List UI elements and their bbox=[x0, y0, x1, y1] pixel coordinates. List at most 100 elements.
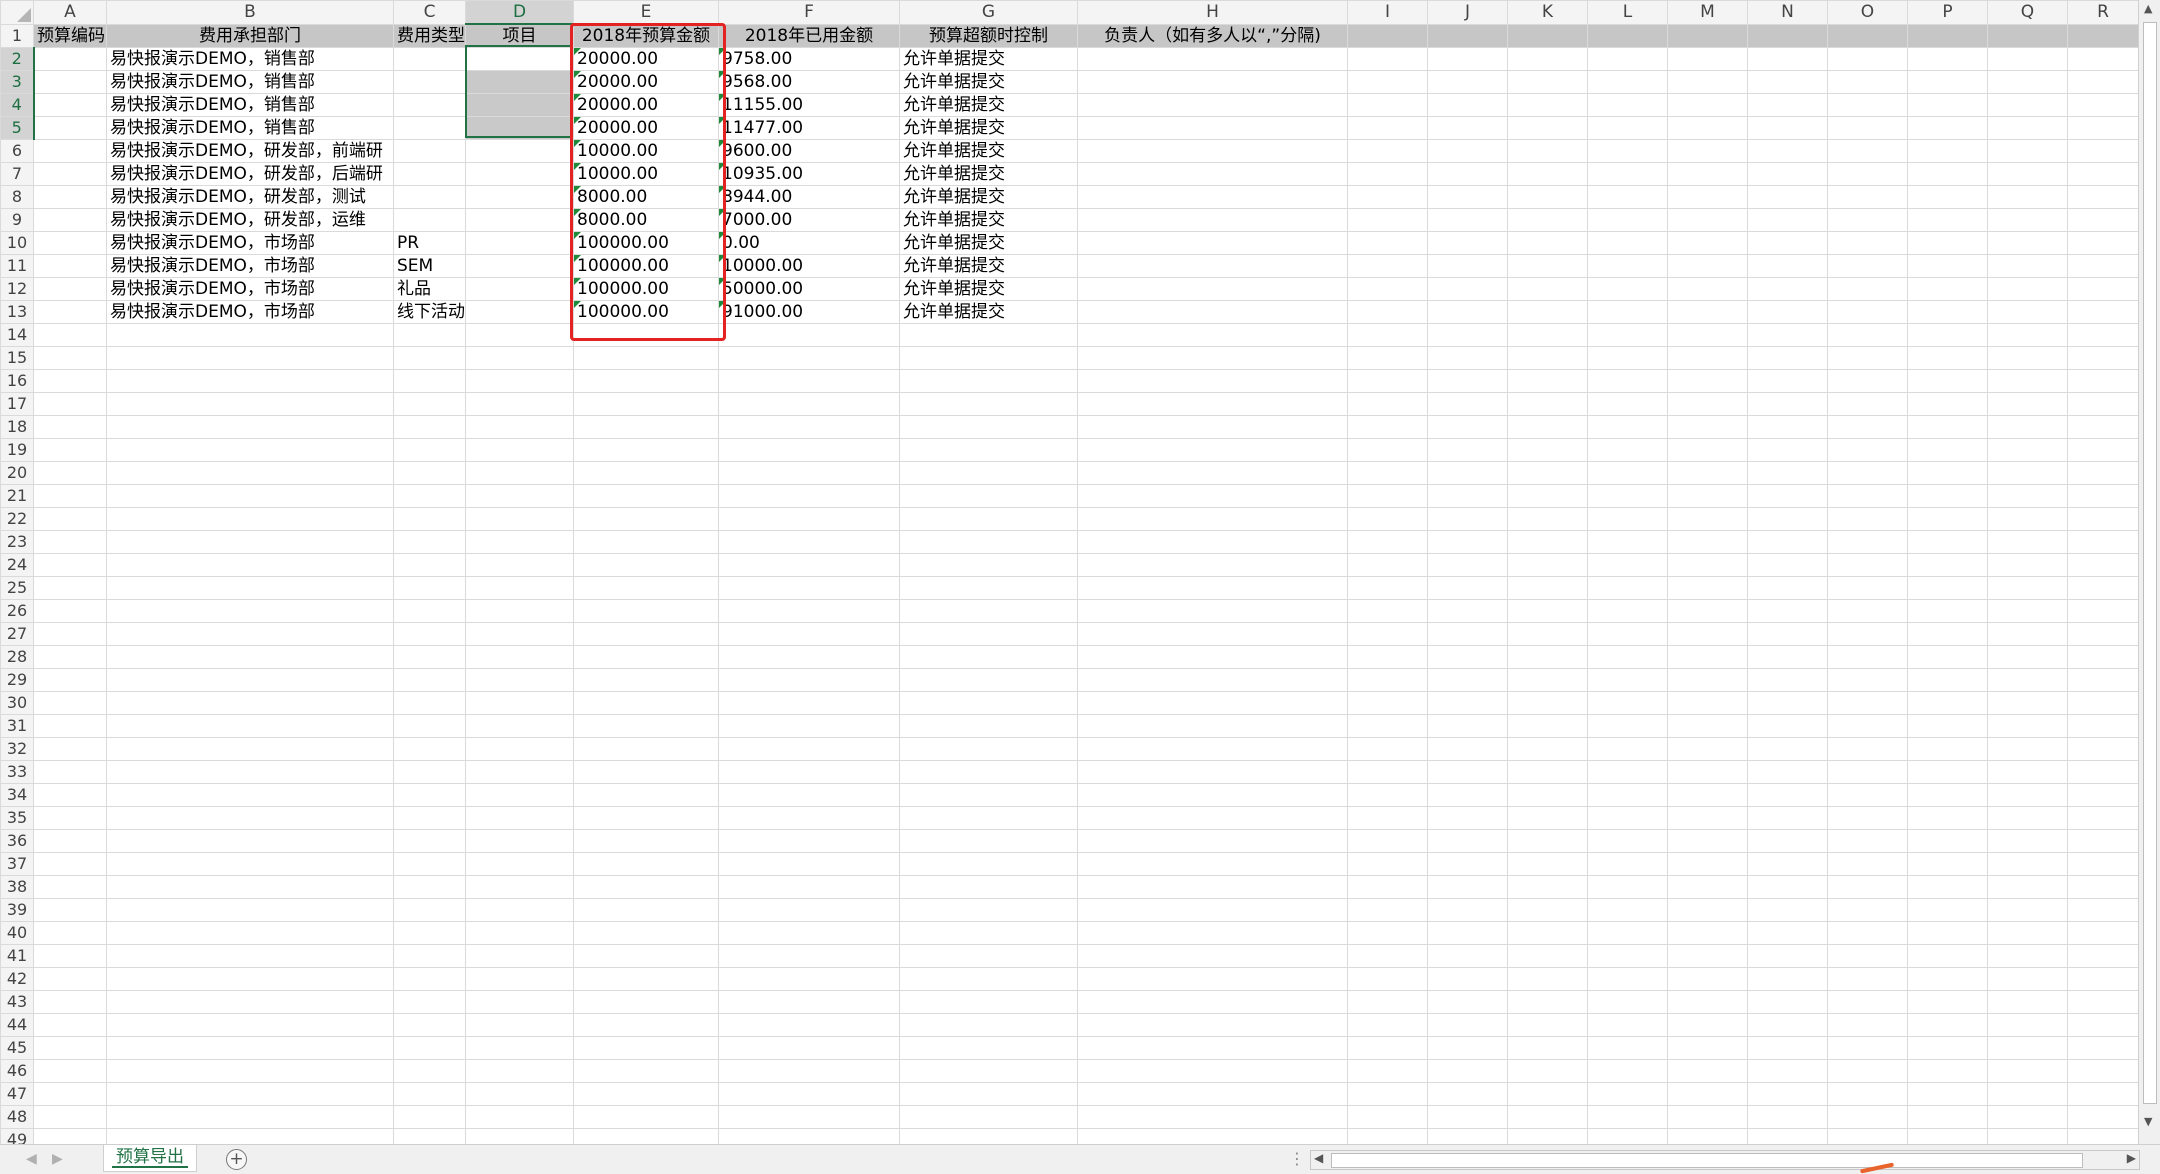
cell-n41[interactable] bbox=[1747, 944, 1828, 968]
cell-o4[interactable] bbox=[1827, 93, 1908, 117]
cell-p16[interactable] bbox=[1907, 369, 1988, 393]
cell-k8[interactable] bbox=[1507, 185, 1588, 209]
cell-h31[interactable] bbox=[1077, 714, 1348, 738]
cell-o40[interactable] bbox=[1827, 921, 1908, 945]
cell-j26[interactable] bbox=[1427, 599, 1508, 623]
cell-n3[interactable] bbox=[1747, 70, 1828, 94]
cell-b27[interactable] bbox=[106, 622, 394, 646]
cell-p21[interactable] bbox=[1907, 484, 1988, 508]
cell-q4[interactable] bbox=[1987, 93, 2068, 117]
cell-j2[interactable] bbox=[1427, 47, 1508, 71]
row-header[interactable]: 16 bbox=[0, 369, 34, 393]
row-header[interactable]: 37 bbox=[0, 852, 34, 876]
cell-e9[interactable]: 8000.00 bbox=[573, 208, 719, 232]
cell-n1[interactable] bbox=[1747, 23, 1828, 48]
cell-b36[interactable] bbox=[106, 829, 394, 853]
cell-f31[interactable] bbox=[718, 714, 900, 738]
cell-e37[interactable] bbox=[573, 852, 719, 876]
cell-l4[interactable] bbox=[1587, 93, 1668, 117]
cell-m13[interactable] bbox=[1667, 300, 1748, 324]
cell-a27[interactable] bbox=[33, 622, 107, 646]
cell-k25[interactable] bbox=[1507, 576, 1588, 600]
cell-p18[interactable] bbox=[1907, 415, 1988, 439]
cell-j34[interactable] bbox=[1427, 783, 1508, 807]
cell-f34[interactable] bbox=[718, 783, 900, 807]
cell-r44[interactable] bbox=[2067, 1013, 2138, 1037]
cell-r4[interactable] bbox=[2067, 93, 2138, 117]
cell-f39[interactable] bbox=[718, 898, 900, 922]
cell-d30[interactable] bbox=[465, 691, 574, 715]
cell-g34[interactable] bbox=[899, 783, 1078, 807]
cell-m33[interactable] bbox=[1667, 760, 1748, 784]
cell-a2[interactable] bbox=[33, 47, 107, 71]
cell-p37[interactable] bbox=[1907, 852, 1988, 876]
cell-g37[interactable] bbox=[899, 852, 1078, 876]
column-header-j[interactable]: J bbox=[1427, 0, 1508, 25]
cell-n18[interactable] bbox=[1747, 415, 1828, 439]
cell-r27[interactable] bbox=[2067, 622, 2138, 646]
cell-d10[interactable] bbox=[465, 231, 574, 255]
cell-f29[interactable] bbox=[718, 668, 900, 692]
cell-g48[interactable] bbox=[899, 1105, 1078, 1129]
cell-a23[interactable] bbox=[33, 530, 107, 554]
cell-f9[interactable]: 7000.00 bbox=[718, 208, 900, 232]
cell-a38[interactable] bbox=[33, 875, 107, 899]
cell-p48[interactable] bbox=[1907, 1105, 1988, 1129]
cell-i5[interactable] bbox=[1347, 116, 1428, 140]
cell-d45[interactable] bbox=[465, 1036, 574, 1060]
cell-l26[interactable] bbox=[1587, 599, 1668, 623]
cell-d15[interactable] bbox=[465, 346, 574, 370]
cell-p2[interactable] bbox=[1907, 47, 1988, 71]
cell-d44[interactable] bbox=[465, 1013, 574, 1037]
cell-g45[interactable] bbox=[899, 1036, 1078, 1060]
cell-o6[interactable] bbox=[1827, 139, 1908, 163]
cell-q19[interactable] bbox=[1987, 438, 2068, 462]
scroll-up-arrow-icon[interactable]: ▲ bbox=[2144, 2, 2152, 15]
cell-n17[interactable] bbox=[1747, 392, 1828, 416]
row-header[interactable]: 40 bbox=[0, 921, 34, 945]
cell-c19[interactable] bbox=[393, 438, 466, 462]
cell-e16[interactable] bbox=[573, 369, 719, 393]
cell-m49[interactable] bbox=[1667, 1128, 1748, 1144]
cell-e28[interactable] bbox=[573, 645, 719, 669]
cell-g32[interactable] bbox=[899, 737, 1078, 761]
cell-d4[interactable] bbox=[465, 93, 574, 117]
cell-n9[interactable] bbox=[1747, 208, 1828, 232]
cell-r36[interactable] bbox=[2067, 829, 2138, 853]
cell-d12[interactable] bbox=[465, 277, 574, 301]
cell-r32[interactable] bbox=[2067, 737, 2138, 761]
cell-f17[interactable] bbox=[718, 392, 900, 416]
cell-l33[interactable] bbox=[1587, 760, 1668, 784]
cell-o22[interactable] bbox=[1827, 507, 1908, 531]
cell-c2[interactable] bbox=[393, 47, 466, 71]
cell-b11[interactable]: 易快报演示DEMO，市场部 bbox=[106, 254, 394, 278]
cell-m2[interactable] bbox=[1667, 47, 1748, 71]
cell-r5[interactable] bbox=[2067, 116, 2138, 140]
cell-r31[interactable] bbox=[2067, 714, 2138, 738]
cell-f7[interactable]: 10935.00 bbox=[718, 162, 900, 186]
cell-q22[interactable] bbox=[1987, 507, 2068, 531]
cell-g43[interactable] bbox=[899, 990, 1078, 1014]
cell-i7[interactable] bbox=[1347, 162, 1428, 186]
cell-l1[interactable] bbox=[1587, 23, 1668, 48]
vertical-scroll-thumb[interactable] bbox=[2143, 22, 2157, 1104]
cell-k30[interactable] bbox=[1507, 691, 1588, 715]
cell-c26[interactable] bbox=[393, 599, 466, 623]
cell-l48[interactable] bbox=[1587, 1105, 1668, 1129]
cell-j8[interactable] bbox=[1427, 185, 1508, 209]
cell-g24[interactable] bbox=[899, 553, 1078, 577]
cell-r12[interactable] bbox=[2067, 277, 2138, 301]
cell-b22[interactable] bbox=[106, 507, 394, 531]
cell-k22[interactable] bbox=[1507, 507, 1588, 531]
cell-d41[interactable] bbox=[465, 944, 574, 968]
row-header[interactable]: 30 bbox=[0, 691, 34, 715]
cell-d43[interactable] bbox=[465, 990, 574, 1014]
row-header[interactable]: 42 bbox=[0, 967, 34, 991]
cell-k29[interactable] bbox=[1507, 668, 1588, 692]
cell-r34[interactable] bbox=[2067, 783, 2138, 807]
cell-i15[interactable] bbox=[1347, 346, 1428, 370]
cell-d17[interactable] bbox=[465, 392, 574, 416]
cell-g4[interactable]: 允许单据提交 bbox=[899, 93, 1078, 117]
cell-e38[interactable] bbox=[573, 875, 719, 899]
cell-l2[interactable] bbox=[1587, 47, 1668, 71]
